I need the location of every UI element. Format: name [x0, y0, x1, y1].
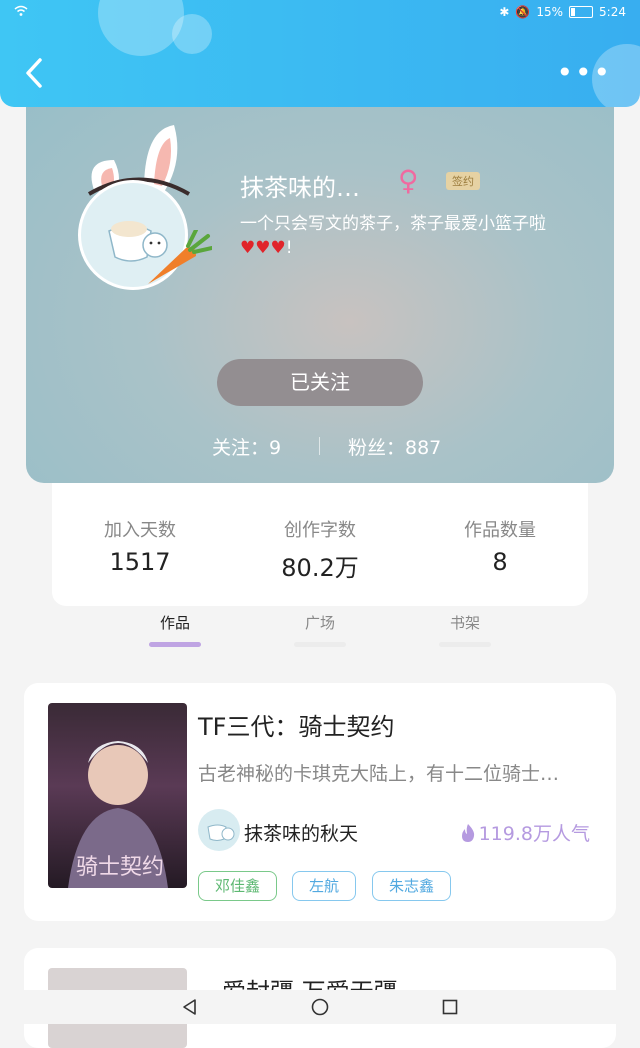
mute-icon: 🔕: [515, 5, 531, 19]
stat-label: 创作字数: [284, 520, 356, 541]
decor-bubble: [172, 14, 212, 54]
stat-word-count: 创作字数 80.2万: [240, 516, 400, 583]
tab-indicator: [294, 642, 346, 647]
cover-title: 骑士契约: [76, 855, 165, 880]
tag-chip[interactable]: 朱志鑫: [372, 871, 452, 901]
popularity-text: 119.8万人气: [478, 823, 590, 845]
stat-join-days: 加入天数 1517: [60, 516, 220, 576]
work-description: 古老神秘的卡琪克大陆上，有十二位骑士…: [198, 763, 560, 785]
stat-label: 作品数量: [464, 520, 536, 541]
wifi-icon: [14, 5, 28, 20]
tab-indicator: [439, 642, 491, 647]
bio-text: 一个只会写文的茶子，茶子最爱小篮子啦: [240, 214, 546, 234]
tab-label: 书架: [449, 614, 480, 632]
more-dots-icon: •••: [556, 56, 612, 89]
battery-percent: 15%: [536, 5, 564, 19]
chevron-left-icon: [26, 58, 42, 88]
status-right: ✱ 🔕 15% 5:24: [499, 5, 626, 19]
book-cover[interactable]: 骑士契约: [48, 703, 187, 888]
decor-bubble: [98, 0, 184, 56]
hearts-icon: ♥♥♥: [240, 238, 286, 258]
clock: 5:24: [599, 5, 626, 19]
tab-label: 作品: [159, 614, 190, 632]
flame-icon: [461, 823, 474, 842]
fans-count[interactable]: 粉丝：887: [348, 433, 441, 460]
nav-home-icon[interactable]: [310, 997, 330, 1017]
teacup-cat-icon: [207, 824, 235, 841]
profile-card: 抹茶味的… ♀ 签约 一个只会写文的茶子，茶子最爱小篮子啦 ♥♥♥! 已关注 关…: [26, 80, 614, 483]
tag-chip[interactable]: 邓佳鑫: [198, 871, 278, 901]
work-author[interactable]: 抹茶味的秋天: [244, 819, 358, 846]
nav-back-icon[interactable]: [180, 997, 200, 1017]
author-name: 抹茶味的…: [240, 174, 360, 202]
system-nav-bar: [0, 990, 640, 1024]
female-icon: ♀: [398, 164, 419, 197]
stat-works-count: 作品数量 8: [420, 516, 580, 576]
author-bio: 一个只会写文的茶子，茶子最爱小篮子啦 ♥♥♥!: [240, 212, 590, 260]
nav-recents-icon[interactable]: [440, 997, 460, 1017]
back-button[interactable]: [18, 56, 52, 90]
bio-end: !: [285, 238, 293, 258]
author-avatar[interactable]: [198, 809, 240, 851]
more-button[interactable]: •••: [556, 59, 612, 87]
tab-indicator: [149, 642, 201, 647]
following-count[interactable]: 关注：9: [212, 433, 281, 460]
stat-value: 80.2万: [281, 554, 359, 582]
work-card[interactable]: 骑士契约 TF三代：骑士契约 古老神秘的卡琪克大陆上，有十二位骑士… 抹茶味的秋…: [24, 683, 616, 921]
divider: [319, 437, 320, 455]
signed-badge: 签约: [446, 172, 480, 190]
tab-bookshelf[interactable]: 书架: [435, 612, 495, 647]
bluetooth-icon: ✱: [499, 5, 510, 19]
stats-card: 加入天数 1517 创作字数 80.2万 作品数量 8: [52, 482, 588, 606]
follow-button[interactable]: 已关注: [217, 359, 423, 406]
tag-chip[interactable]: 左航: [292, 871, 357, 901]
stat-value: 8: [492, 548, 508, 576]
avatar-frame[interactable]: [78, 120, 212, 290]
content-tabs: 作品 广场 书架: [0, 612, 640, 656]
popularity: 119.8万人气: [459, 819, 590, 846]
stat-label: 加入天数: [104, 520, 176, 541]
carrot-icon: [148, 230, 212, 284]
stat-value: 1517: [109, 548, 171, 576]
tab-label: 广场: [304, 614, 335, 632]
top-bar: ✱ 🔕 15% 5:24 •••: [0, 0, 640, 107]
battery-icon: [569, 6, 594, 18]
tab-works[interactable]: 作品: [145, 612, 205, 647]
tab-square[interactable]: 广场: [290, 612, 350, 647]
work-title: TF三代：骑士契约: [198, 713, 395, 741]
